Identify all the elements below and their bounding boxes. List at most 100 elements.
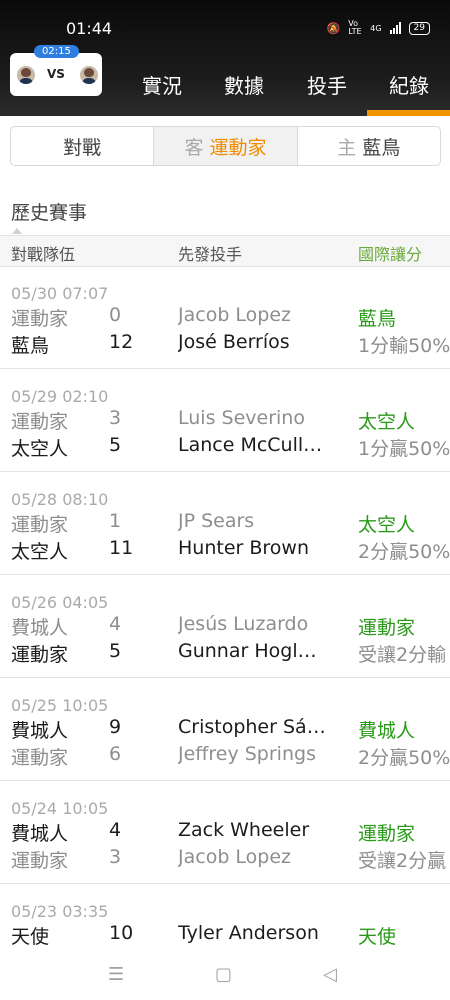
filter-label: 對戰 (63, 136, 102, 159)
game-row[interactable]: 05/24 10:05 費城人 4 Zack Wheeler 運動家 運動家 3… (0, 781, 450, 884)
starting-pitcher: JP Sears (178, 510, 255, 532)
status-bar: 01:44 🔕 Vo LTE 4G 29 (0, 0, 450, 40)
starting-pitcher: Jesús Luzardo (178, 613, 309, 635)
starting-pitcher: Jacob Lopez (178, 304, 292, 326)
game-row[interactable]: 05/26 04:05 費城人 4 Jesús Luzardo 運動家 運動家 … (0, 575, 450, 678)
menu-icon[interactable]: ☰ (108, 964, 124, 985)
team-name: 天使 (11, 926, 50, 948)
away-line: 運動家 3 Luis Severino 太空人 (0, 407, 450, 433)
filter-label: 藍鳥 (362, 136, 401, 159)
handicap-team: 費城人 (358, 720, 416, 742)
game-row[interactable]: 05/28 08:10 運動家 1 JP Sears 太空人 太空人 11 Hu… (0, 472, 450, 575)
volte-icon: Vo LTE (348, 19, 362, 36)
starting-pitcher: Luis Severino (178, 407, 305, 429)
team-score: 4 (109, 613, 122, 635)
team-score: 1 (109, 510, 122, 532)
team-name: 運動家 (11, 747, 69, 769)
handicap-team: 太空人 (358, 514, 416, 536)
back-icon[interactable]: ◁ (323, 964, 337, 985)
team-name: 費城人 (11, 823, 69, 845)
tab-live[interactable]: 實況 (142, 70, 182, 99)
starting-pitcher: Gunnar Hoglund (178, 640, 328, 662)
away-line: 運動家 0 Jacob Lopez 藍鳥 (0, 304, 450, 330)
system-nav-bar: ☰ ▢ ◁ (0, 950, 450, 1000)
game-date: 05/26 04:05 (11, 593, 109, 612)
away-line: 費城人 9 Cristopher Sánchez 費城人 (0, 716, 450, 742)
away-line: 費城人 4 Jesús Luzardo 運動家 (0, 613, 450, 639)
team-score: 9 (109, 716, 122, 738)
status-time: 01:44 (66, 19, 113, 38)
team-score: 5 (109, 640, 122, 662)
status-icons: 🔕 Vo LTE 4G 29 (327, 20, 430, 36)
handicap-result: 2分贏50% (358, 747, 450, 769)
home-line: 運動家 3 Jacob Lopez 受讓2分贏 (0, 846, 450, 872)
home-icon[interactable]: ▢ (215, 964, 232, 985)
caret-up-icon (12, 228, 22, 234)
away-line: 天使 10 Tyler Anderson 天使 (0, 922, 450, 948)
team-name: 運動家 (11, 308, 69, 330)
handicap-result: 2分贏50% (358, 541, 450, 563)
network-label: 4G (370, 23, 382, 33)
game-date: 05/29 02:10 (11, 387, 109, 406)
team-score: 12 (109, 331, 134, 353)
starting-pitcher: Jeffrey Springs (178, 743, 316, 765)
starting-pitcher: Hunter Brown (178, 537, 309, 559)
team-name: 太空人 (11, 541, 69, 563)
team-score: 3 (109, 846, 122, 868)
game-time-badge: 02:15 (34, 45, 79, 58)
section-title: 歷史賽事 (11, 202, 88, 224)
handicap-result: 受讓2分輸 (358, 644, 447, 666)
main-nav: 實況 數據 投手 紀錄 (0, 70, 450, 98)
team-name: 太空人 (11, 438, 69, 460)
game-row[interactable]: 05/30 07:07 運動家 0 Jacob Lopez 藍鳥 藍鳥 12 J… (0, 266, 450, 369)
team-name: 運動家 (11, 411, 69, 433)
away-line: 運動家 1 JP Sears 太空人 (0, 510, 450, 536)
tab-records[interactable]: 紀錄 (389, 70, 429, 99)
team-score: 5 (109, 434, 122, 456)
handicap-result: 1分贏50% (358, 438, 450, 460)
game-date: 05/30 07:07 (11, 284, 109, 303)
battery-icon: 29 (408, 21, 430, 35)
signal-icon (389, 22, 401, 34)
col-handicap: 國際讓分 (358, 245, 423, 264)
filter-head-to-head[interactable]: 對戰 (11, 127, 155, 165)
handicap-result: 1分輸50% (358, 335, 450, 357)
col-pitchers: 先發投手 (178, 245, 243, 264)
game-date: 05/23 03:35 (11, 902, 109, 921)
game-row[interactable]: 05/25 10:05 費城人 9 Cristopher Sánchez 費城人… (0, 678, 450, 781)
team-name: 費城人 (11, 720, 69, 742)
home-line: 運動家 5 Gunnar Hoglund 受讓2分輸 (0, 640, 450, 666)
tab-stats[interactable]: 數據 (224, 70, 264, 99)
handicap-team: 天使 (358, 926, 397, 948)
home-line: 藍鳥 12 José Berríos 1分輸50% (0, 331, 450, 357)
team-name: 費城人 (11, 617, 69, 639)
away-line: 費城人 4 Zack Wheeler 運動家 (0, 819, 450, 845)
team-name: 運動家 (11, 850, 69, 872)
handicap-team: 太空人 (358, 411, 416, 433)
home-line: 太空人 11 Hunter Brown 2分贏50% (0, 537, 450, 563)
game-date: 05/25 10:05 (11, 696, 109, 715)
starting-pitcher: Tyler Anderson (178, 922, 319, 944)
team-name: 運動家 (11, 644, 69, 666)
team-score: 10 (109, 922, 134, 944)
filter-prefix: 主 (337, 136, 357, 159)
filter-home-team[interactable]: 主 藍鳥 (298, 127, 440, 165)
filter-away-team[interactable]: 客 運動家 (154, 127, 298, 165)
team-name: 運動家 (11, 514, 69, 536)
team-name: 藍鳥 (11, 335, 50, 357)
home-line: 運動家 6 Jeffrey Springs 2分贏50% (0, 743, 450, 769)
tab-pitchers[interactable]: 投手 (307, 70, 347, 99)
starting-pitcher: Cristopher Sánchez (178, 716, 328, 738)
handicap-team: 運動家 (358, 617, 416, 639)
app-header: 01:44 🔕 Vo LTE 4G 29 02:15 VS 實況 數據 投手 紀… (0, 0, 450, 116)
starting-pitcher: Zack Wheeler (178, 819, 310, 841)
handicap-team: 運動家 (358, 823, 416, 845)
column-header: 對戰隊伍 先發投手 國際讓分 (0, 235, 450, 267)
team-filter: 對戰 客 運動家 主 藍鳥 (10, 126, 441, 166)
handicap-result: 受讓2分贏 (358, 850, 447, 872)
starting-pitcher: José Berríos (178, 331, 290, 353)
team-score: 6 (109, 743, 122, 765)
game-row[interactable]: 05/29 02:10 運動家 3 Luis Severino 太空人 太空人 … (0, 369, 450, 472)
team-score: 4 (109, 819, 122, 841)
filter-prefix: 客 (184, 136, 204, 159)
